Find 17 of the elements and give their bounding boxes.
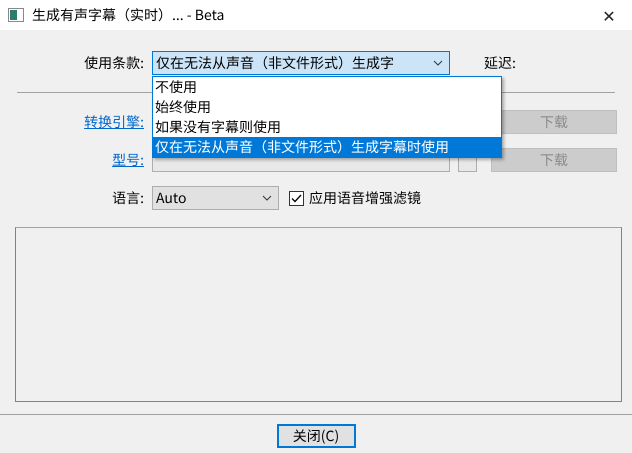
chevron-down-icon bbox=[433, 60, 443, 66]
app-icon bbox=[8, 8, 24, 22]
close-dialog-button[interactable]: 关闭(C) bbox=[276, 424, 356, 448]
filter-label: 应用语音增强滤镜 bbox=[309, 188, 421, 208]
dropdown-option[interactable]: 不使用 bbox=[153, 77, 501, 97]
language-dropdown[interactable]: Auto bbox=[152, 186, 279, 210]
usage-label: 使用条款: bbox=[84, 53, 145, 73]
usage-dropdown[interactable]: 仅在无法从声音（非文件形式）生成字 bbox=[152, 51, 450, 75]
filter-checkbox[interactable] bbox=[289, 190, 304, 206]
dropdown-option[interactable]: 如果没有字幕则使用 bbox=[153, 117, 501, 137]
dropdown-option[interactable]: 仅在无法从声音（非文件形式）生成字幕时使用 bbox=[153, 137, 501, 157]
delay-label: 延迟: bbox=[484, 53, 517, 73]
close-button[interactable]: ✕ bbox=[586, 3, 632, 27]
chevron-down-icon bbox=[262, 195, 272, 201]
language-label: 语言: bbox=[112, 188, 145, 208]
dropdown-option[interactable]: 始终使用 bbox=[153, 97, 501, 117]
window-title: 生成有声字幕（实时）... - Beta bbox=[32, 5, 226, 25]
